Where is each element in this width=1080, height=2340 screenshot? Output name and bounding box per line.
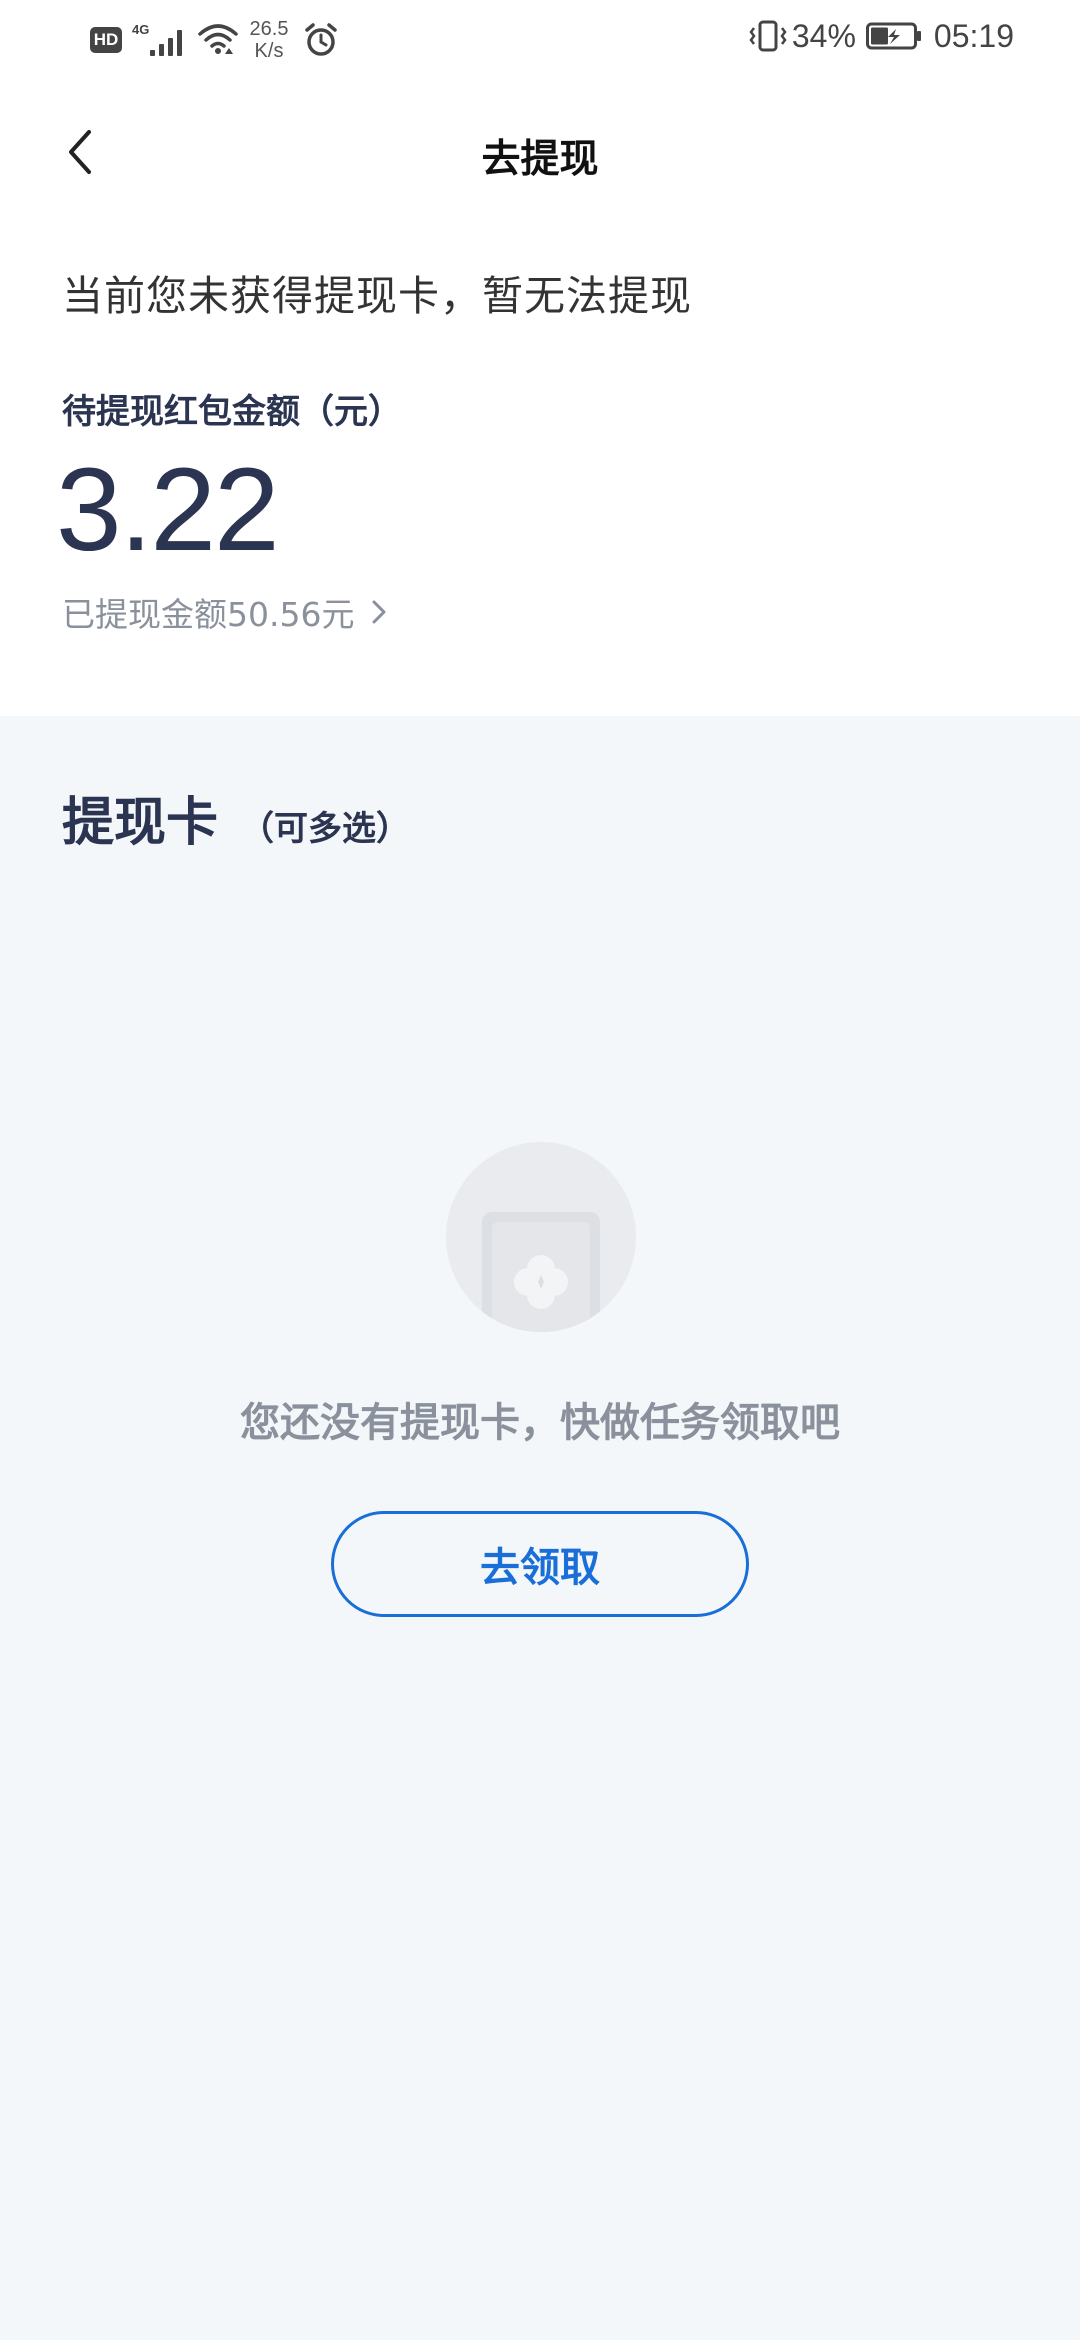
withdrawn-amount-link[interactable]: 已提现金额50.56元 [62,588,390,636]
network-speed: 26.5 K/s [248,18,290,62]
network-tag: 4G [132,22,150,37]
empty-card-icon [482,1212,600,1332]
pending-amount-value: 3.22 [56,444,280,576]
wifi-icon [198,24,238,54]
get-card-button[interactable]: 去领取 [331,1511,749,1617]
hd-badge: HD [90,27,122,53]
navigation-bar: 去提现 [0,100,1080,204]
speed-value: 26.5 [249,18,289,40]
no-card-notice: 当前您未获得提现卡，暂无法提现 [62,272,692,320]
pending-amount-label: 待提现红包金额（元） [62,392,402,432]
page-title: 去提现 [481,137,599,182]
battery-charging-icon [865,22,921,50]
status-right: 34% 05:19 [746,16,1014,56]
section-title-sub: （可多选） [240,809,411,849]
empty-card-illustration [446,1142,636,1332]
withdraw-card-section-title: 提现卡 （可多选） [62,780,410,855]
section-title-main: 提现卡 [62,793,219,853]
withdrawn-amount-text: 已提现金额50.56元 [62,595,355,634]
alarm-clock-icon [305,23,337,56]
status-left: HD 4G 26.5 K/s [90,18,340,62]
chevron-right-icon [372,600,386,624]
status-bar: HD 4G 26.5 K/s 34% 05:19 [0,0,1080,84]
speed-unit: K/s [254,40,284,62]
battery-percent: 34% [791,17,856,54]
empty-state-text: 您还没有提现卡，快做任务领取吧 [240,1400,840,1446]
vibrate-icon [749,20,787,52]
clock-time: 05:19 [933,17,1014,54]
cell-signal-icon: 4G [132,20,190,60]
